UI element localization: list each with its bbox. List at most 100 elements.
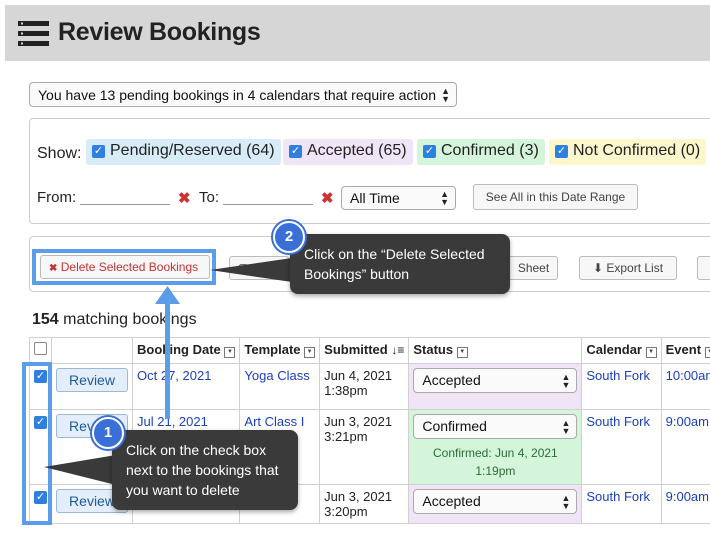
sort-desc-icon[interactable]: ↓≡	[391, 343, 404, 357]
clear-from-icon[interactable]: ✖	[178, 189, 191, 207]
calendar-cell[interactable]: South Fork	[581, 484, 662, 524]
status-cell: Confirmed ▲ ▼ Confirmed: Jun 4, 2021 1:19p…	[408, 409, 583, 485]
export-list-button[interactable]: ⬇ Export List	[579, 256, 677, 280]
checkbox-checked-icon[interactable]: ✓	[555, 145, 568, 158]
filter-chip-pending[interactable]: ✓ Pending/Reserved (64)	[86, 139, 281, 165]
chip-label: Confirmed (3)	[441, 142, 539, 159]
template-cell[interactable]: Yoga Class	[239, 363, 321, 410]
header-label: Status	[413, 342, 454, 357]
dropdown-icon[interactable]: ▼	[224, 347, 236, 358]
checkbox-highlight-box	[22, 362, 52, 525]
select-arrows-icon: ▲ ▼	[561, 417, 571, 436]
review-button[interactable]: Review	[56, 368, 128, 392]
callout-delete-checkbox: Click on the check box next to the booki…	[112, 430, 298, 510]
submitted-cell: Jun 4, 2021 1:38pm	[319, 363, 410, 410]
checkbox-checked-icon[interactable]: ✓	[423, 145, 436, 158]
step-2-badge: 2	[273, 221, 305, 253]
header-calendar[interactable]: Calendar ▼	[581, 337, 662, 364]
arrow-up-icon	[155, 286, 180, 304]
header-label: Calendar	[586, 342, 642, 357]
table-header-row: Booking Date ▼ Template ▼ Submitted ↓≡ S…	[29, 337, 710, 364]
sheet-label: Sheet	[517, 261, 550, 275]
checkbox-checked-icon[interactable]: ✓	[289, 145, 302, 158]
submitted-date: Jun 3, 2021	[324, 489, 393, 504]
select-all-checkbox[interactable]	[34, 342, 47, 355]
chip-label: Pending/Reserved (64)	[110, 142, 275, 159]
header-submitted[interactable]: Submitted ↓≡	[319, 337, 410, 364]
dropdown-icon[interactable]: ▼	[456, 347, 468, 358]
from-date-input[interactable]	[80, 190, 170, 205]
filter-chip-confirmed[interactable]: ✓ Confirmed (3)	[417, 139, 545, 165]
header-label: Submitted	[324, 342, 388, 357]
select-arrows-icon: ▲ ▼	[561, 371, 571, 390]
review-cell: Review	[51, 363, 133, 410]
pending-select-value: You have 13 pending bookings in 4 calend…	[38, 87, 436, 103]
submitted-cell: Jun 3, 2021 3:20pm	[319, 484, 410, 524]
list-icon	[18, 21, 49, 46]
status-value: Accepted	[422, 493, 481, 509]
callout-pointer	[210, 258, 292, 282]
matching-count: 154 matching bookings	[32, 311, 197, 329]
table-row: ✓ Review Oct 27, 2021 Yoga Class Jun 4, …	[29, 363, 710, 410]
header-booking-date[interactable]: Booking Date ▼	[131, 337, 241, 364]
dropdown-icon[interactable]: ▼	[304, 347, 316, 358]
submitted-time: 3:20pm	[324, 504, 368, 519]
status-note: Confirmed: Jun 4, 2021 1:19pm	[432, 446, 558, 478]
submitted-time: 3:21pm	[324, 429, 368, 444]
select-arrows-icon: ▲ ▼	[441, 85, 450, 104]
status-value: Accepted	[422, 372, 481, 388]
date-range-select[interactable]: All Time ▲ ▼	[341, 186, 456, 210]
show-label: Show:	[37, 145, 82, 162]
status-select[interactable]: Accepted ▲ ▼	[413, 368, 578, 393]
download-icon: ⬇	[592, 261, 603, 275]
step-1-badge: 1	[92, 417, 124, 449]
filter-chip-not-confirmed[interactable]: ✓ Not Confirmed (0)	[549, 139, 707, 165]
calendar-cell[interactable]: South Fork	[581, 409, 662, 485]
review-header	[51, 337, 133, 364]
status-cell: Accepted ▲ ▼	[408, 484, 583, 524]
export-label: Export List	[606, 261, 664, 275]
pending-bookings-select[interactable]: You have 13 pending bookings in 4 calend…	[29, 82, 457, 107]
dropdown-icon[interactable]: ▼	[645, 347, 657, 358]
more-button[interactable]	[697, 256, 710, 280]
header-label: Booking Date	[137, 342, 221, 357]
filter-chip-accepted[interactable]: ✓ Accepted (65)	[283, 139, 413, 165]
page-title: Review Bookings	[58, 18, 261, 46]
submitted-date: Jun 3, 2021	[324, 414, 393, 429]
delete-highlight-box	[32, 249, 216, 285]
header-event[interactable]: Event ▼	[660, 337, 710, 364]
from-label: From:	[37, 189, 77, 206]
status-value: Confirmed	[422, 418, 487, 434]
event-cell[interactable]: 10:00am	[660, 363, 710, 410]
to-date-input[interactable]	[223, 190, 313, 205]
select-arrows-icon: ▲ ▼	[561, 492, 571, 511]
matching-number: 154	[32, 311, 59, 328]
see-all-button[interactable]: See All in this Date Range	[473, 184, 638, 210]
select-arrows-icon: ▲ ▼	[440, 189, 449, 207]
range-select-value: All Time	[350, 190, 400, 206]
submitted-date: Jun 4, 2021	[324, 368, 393, 383]
to-label: To:	[199, 189, 220, 206]
calendar-cell[interactable]: South Fork	[581, 363, 662, 410]
checkbox-checked-icon[interactable]: ✓	[92, 145, 105, 158]
header-status[interactable]: Status ▼	[408, 337, 583, 364]
clear-to-icon[interactable]: ✖	[321, 189, 334, 207]
submitted-time: 1:38pm	[324, 383, 368, 398]
chip-label: Not Confirmed (0)	[573, 142, 701, 159]
header-label: Event	[665, 342, 702, 357]
status-cell: Accepted ▲ ▼	[408, 363, 583, 410]
matching-label: matching bookings	[63, 311, 197, 328]
callout-pointer	[44, 455, 116, 485]
arrow-shaft	[165, 298, 170, 419]
booking-date-cell[interactable]: Oct 27, 2021	[131, 363, 241, 410]
header-label: Template	[244, 342, 301, 357]
callout-delete-button: Click on the “Delete Selected Bookings” …	[290, 234, 510, 294]
status-select[interactable]: Confirmed ▲ ▼	[413, 414, 578, 439]
select-all-header	[29, 337, 52, 364]
event-cell[interactable]: 9:00am	[660, 409, 710, 485]
chip-label: Accepted (65)	[307, 142, 407, 159]
dropdown-icon[interactable]: ▼	[704, 347, 710, 358]
event-cell[interactable]: 9:00am	[660, 484, 710, 524]
status-select[interactable]: Accepted ▲ ▼	[413, 489, 578, 514]
header-template[interactable]: Template ▼	[239, 337, 321, 364]
